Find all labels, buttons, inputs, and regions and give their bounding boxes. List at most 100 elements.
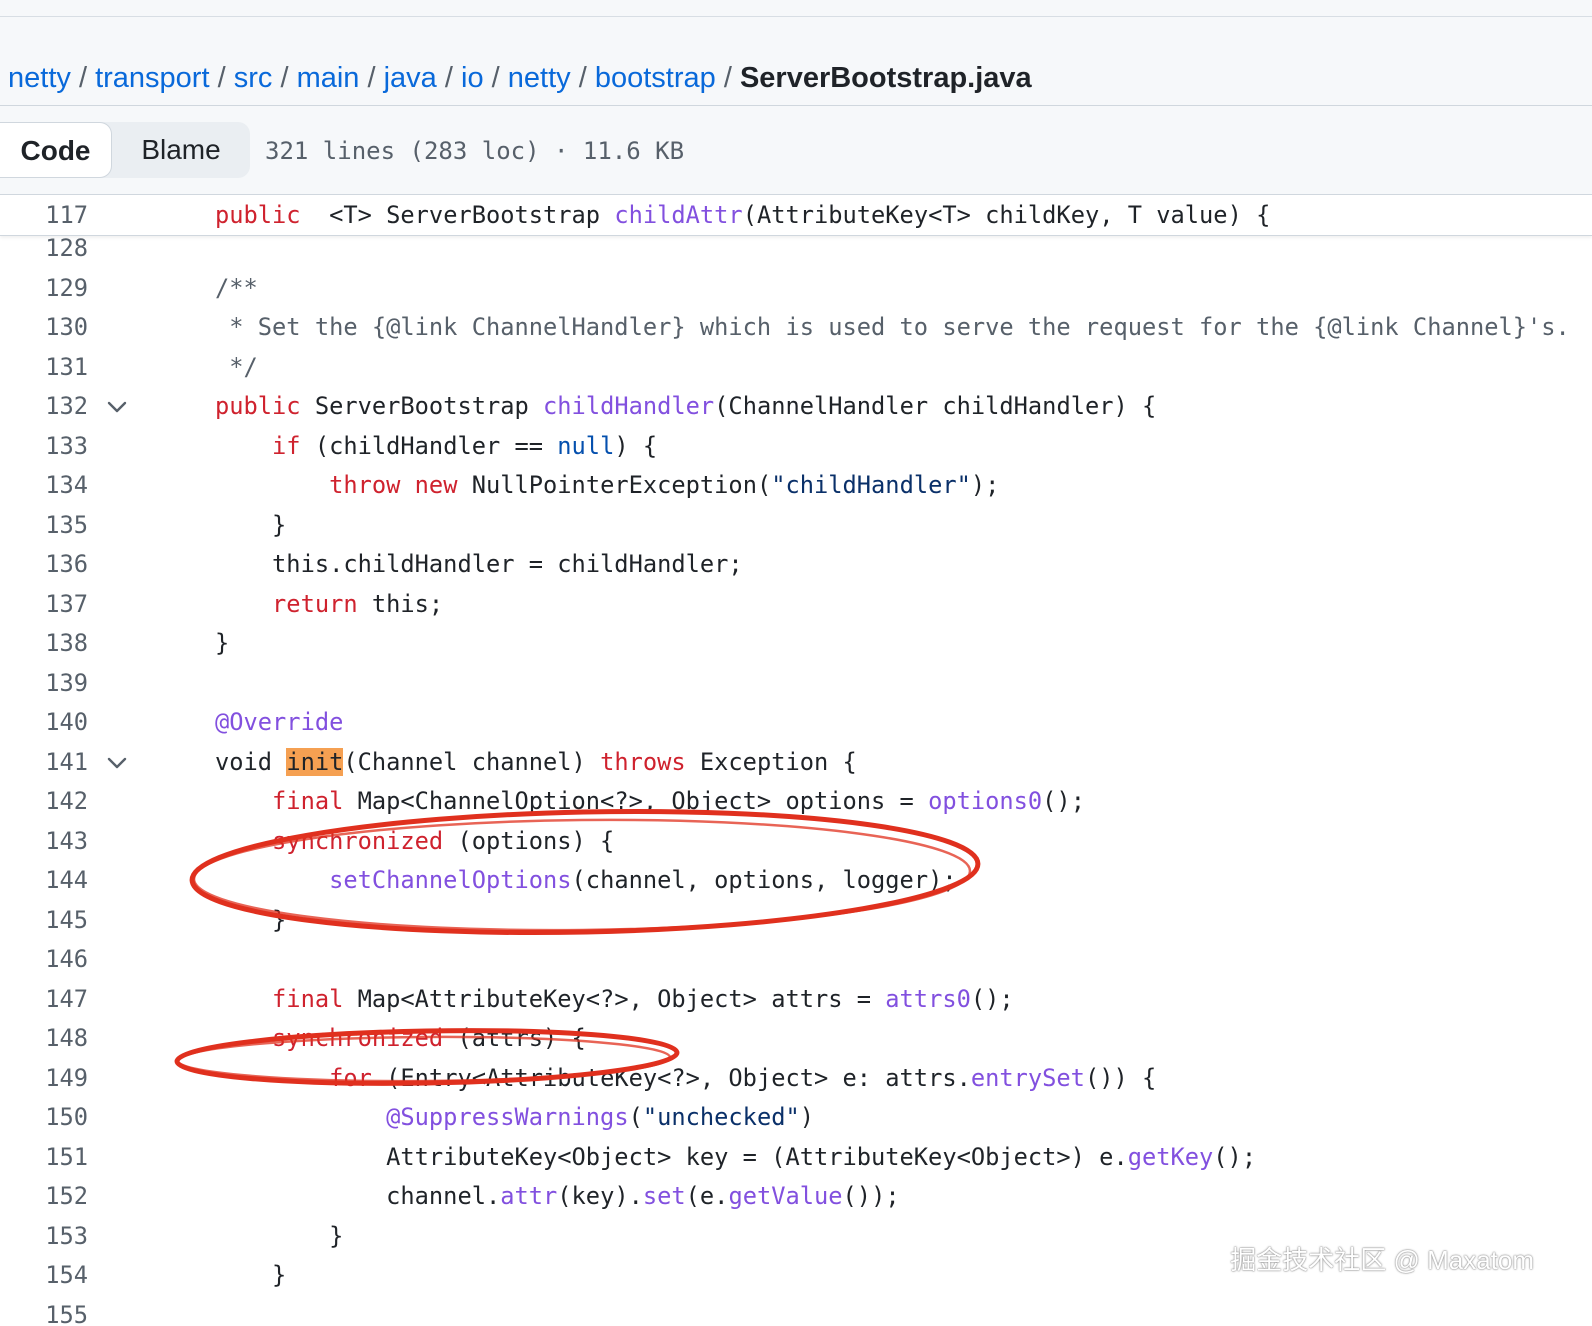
code-line-text: synchronized (attrs) {: [215, 1018, 586, 1058]
line-number[interactable]: 138: [0, 623, 88, 663]
line-number[interactable]: 142: [0, 781, 88, 821]
line-number[interactable]: 146: [0, 939, 88, 979]
code-line-text: */: [215, 347, 258, 387]
code-token: final: [272, 787, 344, 815]
breadcrumb-link-bootstrap[interactable]: bootstrap: [595, 62, 716, 94]
browser-top-strip: [0, 0, 1592, 17]
code-line: 145 }: [0, 900, 1592, 940]
code-line: 150 @SuppressWarnings("unchecked"): [0, 1097, 1592, 1137]
line-number[interactable]: 137: [0, 584, 88, 624]
code-token: getValue: [728, 1182, 843, 1210]
code-token: }: [215, 905, 287, 934]
code-token: }: [215, 1221, 344, 1250]
breadcrumb-link-main[interactable]: main: [297, 62, 360, 94]
code-token: (childHandler ==: [300, 431, 558, 460]
line-number[interactable]: 151: [0, 1137, 88, 1177]
line-number[interactable]: 135: [0, 505, 88, 545]
code-token: null: [557, 431, 615, 460]
line-number[interactable]: 134: [0, 465, 88, 505]
file-header: netty / transport / src / main / java / …: [0, 17, 1592, 106]
line-number[interactable]: 133: [0, 426, 88, 466]
code-line-text: setChannelOptions(channel, options, logg…: [215, 860, 957, 900]
code-token: ()) {: [1084, 1063, 1157, 1092]
line-number[interactable]: 152: [0, 1176, 88, 1216]
code-token: options0: [928, 787, 1043, 815]
code-line: 149 for (Entry<AttributeKey<?>, Object> …: [0, 1058, 1592, 1098]
code-token: Map<ChannelOption<?>, Object> options =: [343, 787, 929, 815]
line-number[interactable]: 139: [0, 663, 88, 703]
line-number[interactable]: 149: [0, 1058, 88, 1098]
code-token: Exception {: [685, 747, 857, 776]
chevron-down-icon[interactable]: [104, 394, 130, 420]
code-token: channel.: [215, 1182, 501, 1210]
breadcrumb-link-src[interactable]: src: [234, 62, 273, 94]
line-number[interactable]: 130: [0, 307, 88, 347]
breadcrumb-separator: /: [217, 62, 226, 94]
line-number[interactable]: 145: [0, 900, 88, 940]
code-line: 130 * Set the {@link ChannelHandler} whi…: [0, 307, 1592, 347]
code-view[interactable]: 117 public <T> ServerBootstrap childAttr…: [0, 195, 1592, 1326]
line-number[interactable]: 141: [0, 742, 88, 782]
breadcrumb-link-netty[interactable]: netty: [8, 62, 71, 94]
code-line: 139: [0, 663, 1592, 703]
line-number[interactable]: 129: [0, 268, 88, 308]
code-token: (channel, options, logger);: [571, 866, 957, 894]
line-number[interactable]: 155: [0, 1295, 88, 1326]
code-token: if: [272, 431, 301, 460]
line-number[interactable]: 144: [0, 860, 88, 900]
search-match-highlight: init: [286, 747, 344, 776]
breadcrumb-link-java[interactable]: java: [384, 62, 437, 94]
code-line: 155: [0, 1295, 1592, 1326]
code-token: (: [628, 1103, 643, 1131]
line-number[interactable]: 131: [0, 347, 88, 387]
line-number[interactable]: 147: [0, 979, 88, 1019]
breadcrumb-link-io[interactable]: io: [461, 62, 484, 94]
code-line-text: public ServerBootstrap childHandler(Chan…: [215, 386, 1156, 426]
code-token: ();: [970, 984, 1014, 1013]
code-token: }: [215, 629, 230, 657]
code-line-text: final Map<ChannelOption<?>, Object> opti…: [215, 781, 1085, 821]
file-toolbar: Code Blame 321 lines (283 loc) · 11.6 KB: [0, 106, 1592, 195]
line-number[interactable]: 117: [0, 195, 88, 235]
line-number[interactable]: 154: [0, 1255, 88, 1295]
code-line: 136 this.childHandler = childHandler;: [0, 544, 1592, 584]
code-tab[interactable]: Code: [0, 122, 112, 178]
blame-tab[interactable]: Blame: [112, 122, 250, 178]
code-line: 143 synchronized (options) {: [0, 821, 1592, 861]
line-number[interactable]: 140: [0, 702, 88, 742]
code-line-text: @SuppressWarnings("unchecked"): [215, 1097, 814, 1137]
code-token: @SuppressWarnings: [386, 1103, 629, 1131]
code-token: new: [414, 471, 458, 499]
code-line-text: void init(Channel channel) throws Except…: [215, 742, 857, 782]
code-token: final: [272, 984, 344, 1013]
sticky-scroll-line[interactable]: 117 public <T> ServerBootstrap childAttr…: [0, 195, 1592, 236]
code-line: 135 }: [0, 505, 1592, 545]
code-token: for: [329, 1063, 372, 1092]
line-number[interactable]: 150: [0, 1097, 88, 1137]
chevron-down-icon[interactable]: [104, 750, 130, 776]
code-line-text: for (Entry<AttributeKey<?>, Object> e: a…: [215, 1058, 1156, 1098]
line-number[interactable]: 136: [0, 544, 88, 584]
code-token: (options) {: [443, 826, 615, 855]
line-number[interactable]: 132: [0, 386, 88, 426]
code-line: 151 AttributeKey<Object> key = (Attribut…: [0, 1137, 1592, 1177]
breadcrumb-separator: /: [78, 62, 87, 94]
breadcrumb-link-transport[interactable]: transport: [95, 62, 209, 94]
code-token: AttributeKey<Object> key = (AttributeKey…: [215, 1142, 1128, 1171]
breadcrumb-link-netty-package[interactable]: netty: [508, 62, 571, 94]
code-line: 133 if (childHandler == null) {: [0, 426, 1592, 466]
code-token: <T> ServerBootstrap: [300, 201, 615, 229]
line-number[interactable]: 148: [0, 1018, 88, 1058]
code-line-text: public <T> ServerBootstrap childAttr(Att…: [215, 195, 1270, 235]
line-number[interactable]: 153: [0, 1216, 88, 1256]
code-token: /**: [215, 273, 258, 302]
code-token: getKey: [1127, 1142, 1214, 1171]
code-token: "childHandler": [771, 471, 971, 499]
line-number[interactable]: 143: [0, 821, 88, 861]
code-token: this.childHandler = childHandler;: [215, 550, 743, 578]
